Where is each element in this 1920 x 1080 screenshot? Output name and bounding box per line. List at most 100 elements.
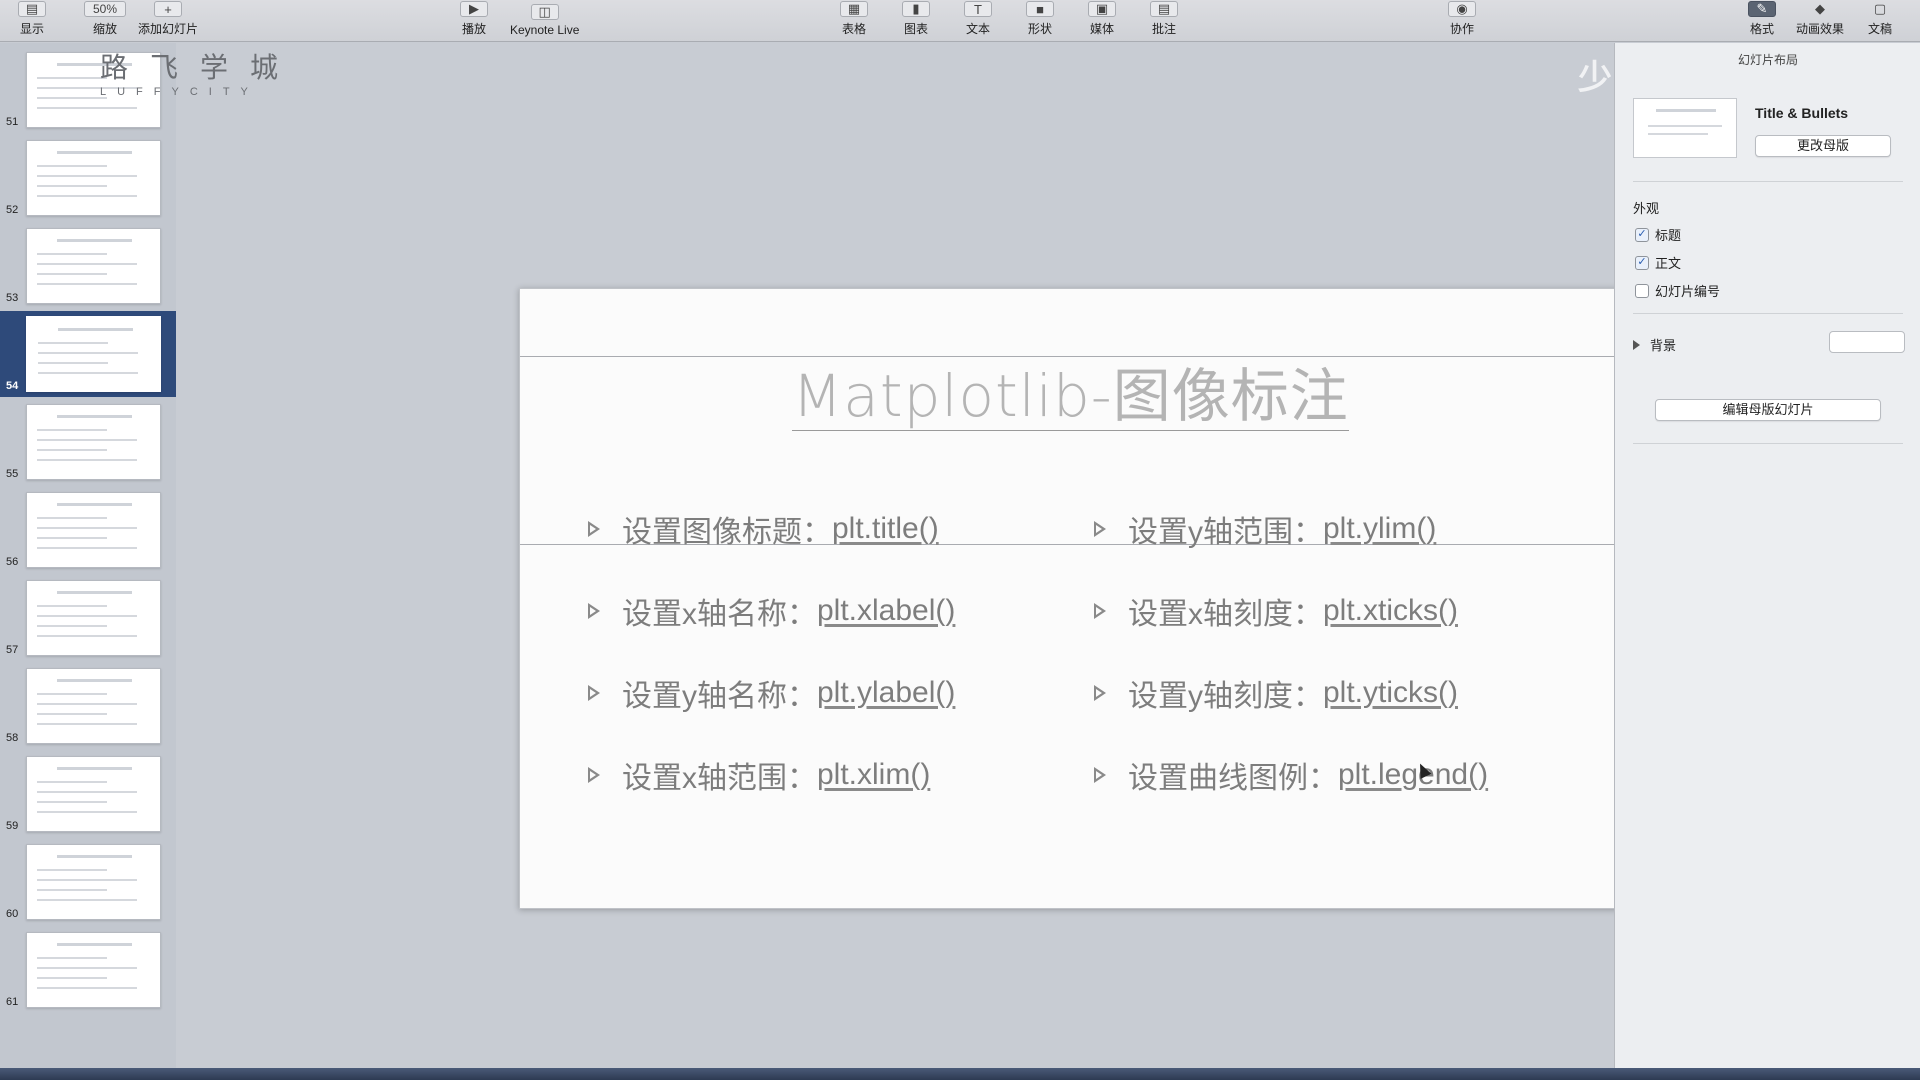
background-disclosure[interactable]: 背景 (1633, 335, 1676, 354)
slide-thumbnail[interactable]: 59 (0, 751, 176, 837)
slide-number: 60 (6, 908, 19, 920)
slide-title[interactable]: Matplotlib-图像标注 (520, 349, 1621, 433)
divider (1633, 181, 1903, 182)
media-button[interactable]: ▣ 媒体 (1088, 0, 1116, 42)
slide-thumbnail[interactable]: 61 (0, 927, 176, 1013)
table-button[interactable]: ▦ 表格 (840, 0, 868, 42)
text-button[interactable]: T 文本 (964, 0, 992, 42)
paintbrush-icon: ✎ (1748, 1, 1776, 17)
slide-thumbnail-image (26, 140, 161, 216)
checkbox-checked[interactable]: ✓ (1635, 227, 1649, 242)
bullet-item[interactable]: 设置y轴范围： plt.ylim() (1094, 507, 1436, 551)
zoom-button[interactable]: 50% 缩放 (84, 0, 126, 42)
slide-thumbnail-image (26, 844, 161, 920)
title-checkbox-row[interactable]: ✓ 标题 (1635, 225, 1681, 244)
slide-number: 52 (6, 204, 19, 216)
collaborate-icon: ◉ (1448, 1, 1476, 17)
inspector-header: 幻灯片布局 (1737, 53, 1798, 67)
comment-button[interactable]: ▤ 批注 (1150, 0, 1178, 42)
animate-button[interactable]: ◆ 动画效果 (1796, 0, 1844, 42)
slide-navigator[interactable]: 51 52 53 54 55 56 57 58 59 60 61 (0, 43, 176, 1068)
slide-thumbnail[interactable]: 58 (0, 663, 176, 749)
slide-number: 56 (6, 556, 19, 568)
zoom-value: 50% (84, 1, 126, 17)
change-master-button[interactable]: 更改母版 (1755, 135, 1891, 157)
slide-thumbnail-image (26, 228, 161, 304)
toolbar: ▤ 显示 50% 缩放 + 添加幻灯片 ▶ 播放 ◫ Keynote Live … (0, 0, 1920, 42)
appearance-label: 外观 (1633, 201, 1660, 216)
slide-number: 51 (6, 116, 19, 128)
slide-thumbnail-image (26, 316, 161, 392)
slide-number: 61 (6, 996, 19, 1008)
bullet-item[interactable]: 设置图像标题： plt.title() (588, 507, 939, 551)
bullet-item[interactable]: 设置x轴名称： plt.xlabel() (588, 589, 955, 633)
slide-thumbnail-image (26, 580, 161, 656)
current-slide[interactable]: Matplotlib-图像标注 设置图像标题： plt.title() 设置y轴范… (519, 288, 1621, 909)
slide-thumbnail-image (26, 404, 161, 480)
layout-thumbnail[interactable] (1633, 98, 1737, 158)
edit-master-button[interactable]: 编辑母版幻灯片 (1655, 399, 1881, 421)
diamond-icon: ◆ (1815, 1, 1825, 16)
format-inspector: 幻灯片布局 Title & Bullets 更改母版 外观 ✓ 标题 ✓ 正文 … (1614, 43, 1920, 1068)
slide-thumbnail[interactable]: 52 (0, 135, 176, 221)
slide-number: 57 (6, 644, 19, 656)
document-button[interactable]: ▢ 文稿 (1866, 0, 1894, 42)
slide-number: 59 (6, 820, 19, 832)
table-icon: ▦ (840, 1, 868, 17)
collaborate-button[interactable]: ◉ 协作 (1448, 0, 1476, 42)
chart-icon: ▮ (902, 1, 930, 17)
bullet-item[interactable]: 设置y轴刻度： plt.yticks() (1094, 671, 1458, 715)
slide-thumbnail-image (26, 668, 161, 744)
slide-number: 53 (6, 292, 19, 304)
bullet-triangle-icon (1094, 603, 1106, 619)
divider (1633, 313, 1903, 314)
slide-thumbnail-image (26, 492, 161, 568)
shape-button[interactable]: ■ 形状 (1026, 0, 1054, 42)
brand-logo: 路飞学城 LUFFYCITY (100, 51, 301, 98)
slide-thumbnail[interactable]: 55 (0, 399, 176, 485)
keynote-live-button[interactable]: ◫ Keynote Live (510, 0, 579, 42)
divider (1633, 443, 1903, 444)
bullet-triangle-icon (588, 685, 600, 701)
dock-strip (0, 1068, 1920, 1080)
background-color-well[interactable] (1829, 331, 1905, 353)
slide-thumbnail-image (26, 756, 161, 832)
slide-number: 55 (6, 468, 19, 480)
bullet-triangle-icon (1094, 767, 1106, 783)
bullet-item[interactable]: 设置x轴刻度： plt.xticks() (1094, 589, 1458, 633)
slide-number: 58 (6, 732, 19, 744)
slide-number-checkbox-row[interactable]: 幻灯片编号 (1635, 281, 1720, 300)
keynote-live-icon: ◫ (530, 4, 559, 20)
bullet-triangle-icon (588, 603, 600, 619)
checkbox-unchecked[interactable] (1635, 283, 1649, 298)
bullet-item[interactable]: 设置曲线图例： plt.legend() (1094, 753, 1488, 797)
slide-thumbnail[interactable]: 60 (0, 839, 176, 925)
bullet-triangle-icon (588, 767, 600, 783)
media-icon: ▣ (1088, 1, 1116, 17)
slide-thumbnail[interactable]: 57 (0, 575, 176, 661)
play-button[interactable]: ▶ 播放 (460, 0, 488, 42)
layout-name: Title & Bullets (1755, 105, 1849, 121)
slide-thumbnail[interactable]: 56 (0, 487, 176, 573)
bullet-triangle-icon (1094, 521, 1106, 537)
add-slide-button[interactable]: + 添加幻灯片 (138, 0, 198, 42)
text-icon: T (964, 1, 992, 17)
slide-thumbnail-image (26, 932, 161, 1008)
plus-icon: + (154, 1, 182, 17)
slide-thumbnail[interactable]: 54 (0, 311, 176, 397)
sidebar-icon: ▤ (18, 1, 46, 17)
checkbox-checked[interactable]: ✓ (1635, 255, 1649, 270)
comment-icon: ▤ (1150, 1, 1178, 17)
slide-thumbnail[interactable]: 53 (0, 223, 176, 309)
view-button[interactable]: ▤ 显示 (18, 0, 46, 42)
slide-canvas: Matplotlib-图像标注 设置图像标题： plt.title() 设置y轴范… (176, 43, 1621, 1068)
body-checkbox-row[interactable]: ✓ 正文 (1635, 253, 1681, 272)
bullet-item[interactable]: 设置x轴范围： plt.xlim() (588, 753, 930, 797)
bullet-item[interactable]: 设置y轴名称： plt.ylabel() (588, 671, 955, 715)
shape-icon: ■ (1026, 1, 1054, 17)
document-icon: ▢ (1873, 1, 1887, 16)
chart-button[interactable]: ▮ 图表 (902, 0, 930, 42)
format-button[interactable]: ✎ 格式 (1748, 0, 1776, 42)
bullet-triangle-icon (588, 521, 600, 537)
disclosure-triangle-icon (1633, 339, 1640, 350)
